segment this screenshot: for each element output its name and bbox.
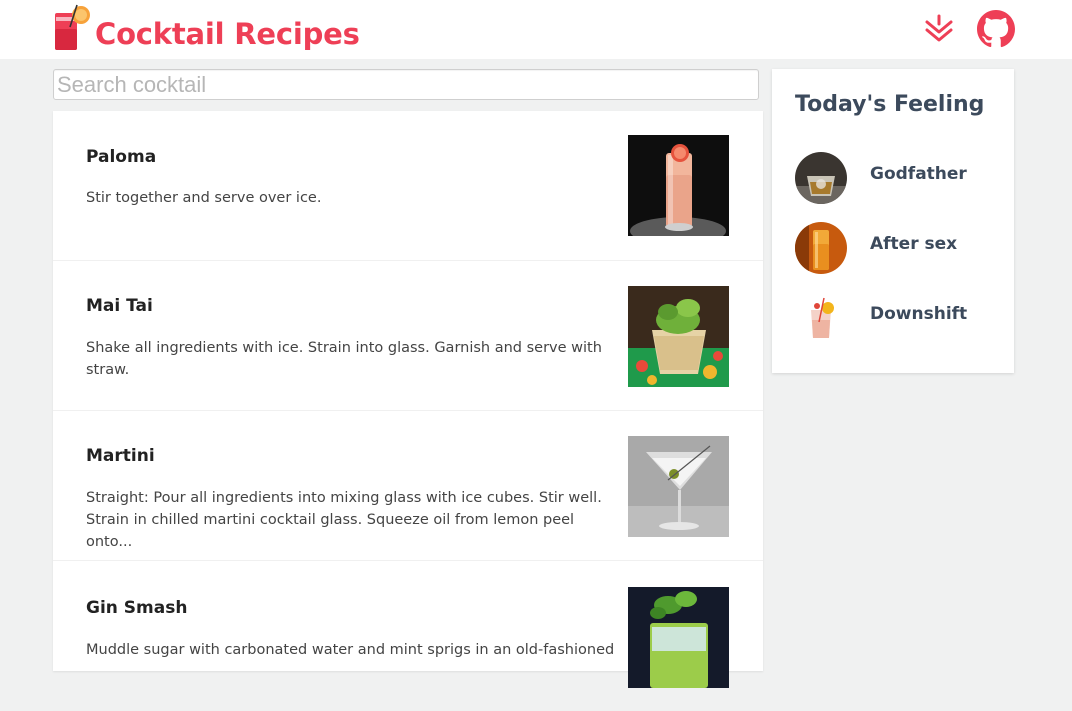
- app-title: Cocktail Recipes: [95, 17, 360, 51]
- recipe-title: Martini: [86, 446, 155, 466]
- cocktail-logo-icon: [55, 4, 90, 50]
- feeling-item-after-sex[interactable]: After sex: [772, 217, 1014, 277]
- recipe-description: Straight: Pour all ingredients into mixi…: [86, 490, 602, 550]
- avatar: [795, 222, 847, 274]
- top-bar: Cocktail Recipes: [0, 0, 1072, 59]
- recipe-title: Gin Smash: [86, 598, 188, 618]
- recipe-title: Paloma: [86, 147, 157, 167]
- todays-feeling-panel: Today's Feeling Godfather After sex Down…: [772, 69, 1014, 373]
- list-item-mai-tai[interactable]: Mai Tai Shake all ingredients with ice. …: [53, 261, 763, 411]
- recipe-thumbnail: [628, 587, 729, 688]
- feeling-item-downshift[interactable]: Downshift: [772, 287, 1014, 347]
- avatar: [795, 152, 847, 204]
- recipe-title: Mai Tai: [86, 296, 153, 316]
- recipe-list: Paloma Stir together and serve over ice.…: [53, 111, 763, 711]
- feeling-name: Godfather: [870, 164, 967, 184]
- list-item-gin-smash[interactable]: Gin Smash Muddle sugar with carbonated w…: [53, 561, 763, 711]
- search-input[interactable]: [53, 69, 759, 100]
- feeling-name: Downshift: [870, 304, 968, 324]
- avatar: [795, 292, 847, 344]
- recipe-description: Shake all ingredients with ice. Strain i…: [86, 340, 602, 378]
- feeling-name: After sex: [870, 234, 958, 254]
- recipe-description: Stir together and serve over ice.: [86, 190, 322, 206]
- github-icon[interactable]: [977, 10, 1015, 48]
- recipe-thumbnail: [628, 286, 729, 387]
- list-item-martini[interactable]: Martini Straight: Pour all ingredients i…: [53, 411, 763, 561]
- scroll-down-chevrons-icon[interactable]: [920, 10, 958, 48]
- recipe-description: Muddle sugar with carbonated water and m…: [86, 642, 615, 658]
- panel-title: Today's Feeling: [795, 92, 985, 117]
- list-item-paloma[interactable]: Paloma Stir together and serve over ice.: [53, 111, 763, 261]
- recipe-thumbnail: [628, 436, 729, 537]
- feeling-item-godfather[interactable]: Godfather: [772, 147, 1014, 207]
- recipe-thumbnail: [628, 135, 729, 236]
